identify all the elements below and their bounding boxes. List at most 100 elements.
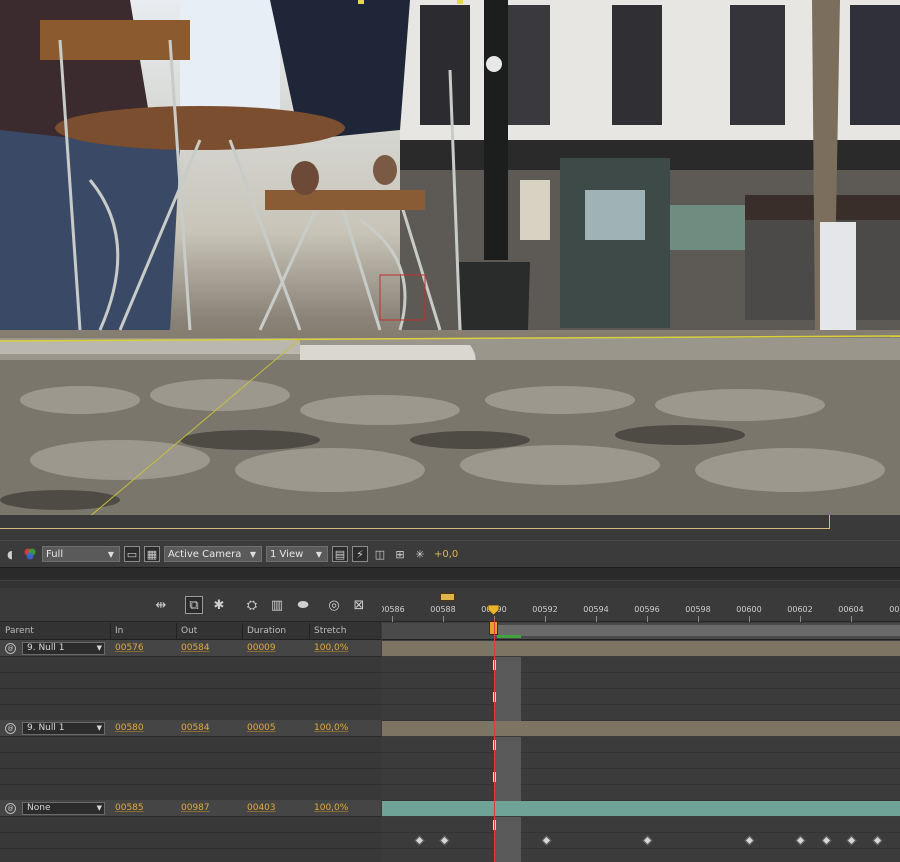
ruler-label: 00602 <box>787 605 813 614</box>
keyframe-diamond-icon[interactable] <box>642 835 653 846</box>
current-time-line <box>494 619 495 862</box>
property-row <box>0 753 381 769</box>
parent-dropdown[interactable]: 9. Null 1 ▼ <box>22 642 105 655</box>
column-parent[interactable]: Parent <box>5 626 34 636</box>
ruler-label: 00586 <box>382 605 405 614</box>
keyframe-diamond-icon[interactable] <box>744 835 755 846</box>
keyframe-diamond-icon[interactable] <box>872 835 883 846</box>
column-in[interactable]: In <box>115 626 123 636</box>
keyframe-diamond-icon[interactable] <box>795 835 806 846</box>
property-row <box>0 849 381 862</box>
work-area-range[interactable] <box>495 625 900 636</box>
live-update-icon[interactable]: ⧉ <box>185 596 203 614</box>
region-of-interest-icon[interactable]: ▭ <box>124 546 140 562</box>
fast-previews-icon[interactable]: ⚡ <box>352 546 368 562</box>
view-layout-dropdown[interactable]: 1 View ▼ <box>266 546 328 562</box>
layer-duration-bar[interactable] <box>382 721 900 736</box>
toggle-pixel-aspect-icon[interactable]: ▤ <box>332 546 348 562</box>
ruler-label: 00606 <box>889 605 900 614</box>
column-header: Parent In Out Duration Stretch <box>0 623 381 640</box>
chevron-down-icon: ▼ <box>249 549 257 559</box>
column-duration[interactable]: Duration <box>247 626 286 636</box>
graph-editor-icon[interactable]: ◎ <box>325 596 343 614</box>
timeline-panel: ⇹ ⧉ ✱ ⛭ ▥ ⬬ ◎ ⊠ Parent In Out Duration S… <box>0 588 900 862</box>
property-row <box>0 833 381 849</box>
ruler-label: 00592 <box>532 605 558 614</box>
layer-row[interactable]: @ None ▼ 00585 00987 00403 100,0% <box>0 800 381 817</box>
brainstorm-icon[interactable]: ⊠ <box>350 596 368 614</box>
transparency-grid-icon[interactable]: ▦ <box>144 546 160 562</box>
property-track <box>382 705 900 721</box>
property-track <box>382 769 900 785</box>
viewer-pasteboard <box>0 515 900 540</box>
duration-value[interactable]: 00009 <box>247 643 276 653</box>
stretch-value[interactable]: 100,0% <box>314 803 348 813</box>
layer-duration-bar[interactable] <box>382 641 900 656</box>
property-row <box>0 785 381 801</box>
parent-value: 9. Null 1 <box>27 643 65 653</box>
ruler-label: 00598 <box>685 605 711 614</box>
column-stretch[interactable]: Stretch <box>314 626 346 636</box>
in-point[interactable]: 00576 <box>115 643 144 653</box>
color-channels-icon[interactable] <box>22 546 38 562</box>
parent-value: 9. Null 1 <box>27 723 65 733</box>
work-area-bar[interactable] <box>382 623 900 640</box>
draft-3d-icon[interactable]: ✱ <box>210 596 228 614</box>
ruler-label: 00596 <box>634 605 660 614</box>
frame-blending-icon[interactable]: ▥ <box>268 596 286 614</box>
in-point[interactable]: 00580 <box>115 723 144 733</box>
out-point[interactable]: 00584 <box>181 643 210 653</box>
composition-frame[interactable] <box>0 0 900 515</box>
pick-whip-icon[interactable]: @ <box>5 723 16 734</box>
comp-marker-icon[interactable] <box>440 593 455 601</box>
in-point[interactable]: 00585 <box>115 803 144 813</box>
panel-divider[interactable] <box>0 568 900 588</box>
keyframe-diamond-icon[interactable] <box>821 835 832 846</box>
exposure-value[interactable]: +0,0 <box>434 549 458 560</box>
timeline-icon[interactable]: ◫ <box>372 546 388 562</box>
reset-exposure-icon[interactable]: ✳ <box>412 546 428 562</box>
out-point[interactable]: 00584 <box>181 723 210 733</box>
layer-row[interactable]: @ 9. Null 1 ▼ 00580 00584 00005 100,0% <box>0 720 381 737</box>
snapshot-icon[interactable]: ◖ <box>2 546 18 562</box>
property-track <box>382 753 900 769</box>
scene-image <box>0 0 900 515</box>
camera-dropdown[interactable]: Active Camera ▼ <box>164 546 262 562</box>
pick-whip-icon[interactable]: @ <box>5 643 16 654</box>
viewer-toolbar: ◖ Full ▼ ▭ ▦ Active Camera ▼ 1 View ▼ ▤ … <box>0 540 900 568</box>
ruler-label: 00588 <box>430 605 456 614</box>
hide-shy-layers-icon[interactable]: ⛭ <box>243 596 261 614</box>
layer-duration-bar[interactable] <box>382 801 900 816</box>
duration-value[interactable]: 00403 <box>247 803 276 813</box>
parent-dropdown[interactable]: 9. Null 1 ▼ <box>22 722 105 735</box>
resolution-value: Full <box>46 548 64 560</box>
after-effects-window: ◖ Full ▼ ▭ ▦ Active Camera ▼ 1 View ▼ ▤ … <box>0 0 900 862</box>
parent-value: None <box>27 803 51 813</box>
motion-blur-icon[interactable]: ⬬ <box>294 596 312 614</box>
timeline-tab-strip <box>0 580 900 588</box>
out-point[interactable]: 00987 <box>181 803 210 813</box>
keyframe-diamond-icon[interactable] <box>414 835 425 846</box>
property-track <box>382 689 900 705</box>
composition-mini-flowchart-icon[interactable]: ⇹ <box>152 596 170 614</box>
comp-bounds <box>0 515 830 529</box>
timeline-graph-area[interactable]: 00586 00588 00590 00592 00594 00596 0059… <box>382 588 900 862</box>
keyframe-diamond-icon[interactable] <box>439 835 450 846</box>
pick-whip-icon[interactable]: @ <box>5 803 16 814</box>
view-layout-value: 1 View <box>270 548 304 560</box>
stretch-value[interactable]: 100,0% <box>314 643 348 653</box>
composition-viewer[interactable] <box>0 0 900 540</box>
time-ruler[interactable]: 00586 00588 00590 00592 00594 00596 0059… <box>382 588 900 622</box>
resolution-dropdown[interactable]: Full ▼ <box>42 546 120 562</box>
keyframe-diamond-icon[interactable] <box>846 835 857 846</box>
column-out[interactable]: Out <box>181 626 197 636</box>
flowchart-icon[interactable]: ⊞ <box>392 546 408 562</box>
stretch-value[interactable]: 100,0% <box>314 723 348 733</box>
current-time-indicator-icon[interactable] <box>488 605 499 615</box>
property-row <box>0 673 381 689</box>
keyframe-diamond-icon[interactable] <box>541 835 552 846</box>
layer-row[interactable]: @ 9. Null 1 ▼ 00576 00584 00009 100,0% <box>0 640 381 657</box>
parent-dropdown[interactable]: None ▼ <box>22 802 105 815</box>
duration-value[interactable]: 00005 <box>247 723 276 733</box>
chevron-down-icon: ▼ <box>315 549 323 559</box>
